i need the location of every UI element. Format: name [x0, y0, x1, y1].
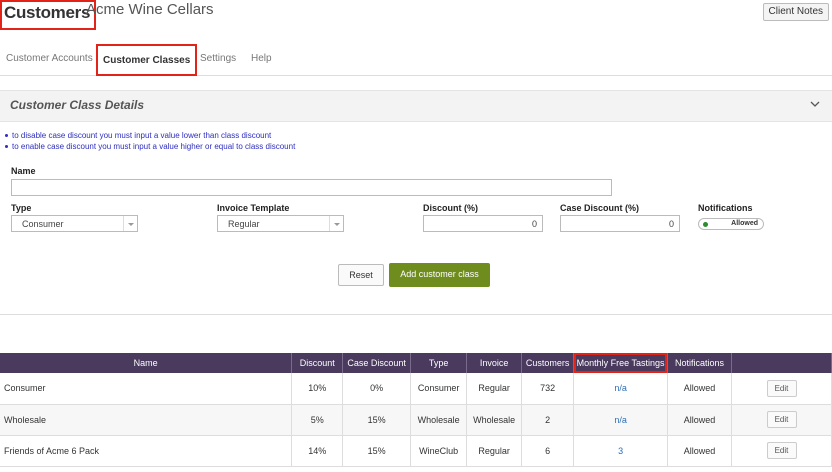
reset-button[interactable]: Reset	[338, 264, 384, 286]
customer-classes-table: Name Discount Case Discount Type Invoice…	[0, 353, 832, 467]
type-label: Type	[11, 203, 32, 213]
edit-button[interactable]: Edit	[766, 379, 797, 397]
case-discount-label: Case Discount (%)	[560, 203, 640, 213]
note-item: to enable case discount you must input a…	[5, 141, 295, 152]
bullet-icon	[5, 134, 8, 138]
cell-discount: 14%	[291, 435, 344, 467]
column-header-case-discount[interactable]: Case Discount	[342, 353, 412, 373]
cell-notifications: Allowed	[667, 404, 733, 436]
dropdown-caret-icon	[329, 216, 343, 231]
invoice-template-select[interactable]: Regular	[217, 215, 344, 232]
invoice-template-label: Invoice Template	[217, 203, 290, 213]
divider	[0, 314, 832, 315]
cell-name: Friends of Acme 6 Pack	[0, 435, 293, 467]
cell-invoice: Regular	[466, 373, 523, 405]
cell-monthly-tastings-link[interactable]: n/a	[573, 373, 669, 405]
edit-button[interactable]: Edit	[766, 442, 797, 459]
cell-notifications: Allowed	[667, 373, 733, 405]
name-label: Name	[11, 166, 36, 176]
dropdown-caret-icon	[123, 216, 137, 231]
cell-invoice: Wholesale	[466, 404, 523, 436]
case-discount-input[interactable]: 0	[560, 215, 680, 232]
column-header-name[interactable]: Name	[0, 353, 293, 373]
cell-customers: 732	[521, 373, 575, 405]
cell-discount: 5%	[291, 404, 344, 436]
toggle-knob-icon	[703, 222, 708, 227]
cell-actions: Edit	[731, 404, 832, 436]
section-header[interactable]: Customer Class Details	[0, 90, 832, 122]
cell-notifications: Allowed	[667, 435, 733, 467]
name-input[interactable]	[11, 179, 612, 196]
tab-settings[interactable]: Settings	[200, 44, 236, 76]
type-select[interactable]: Consumer	[11, 215, 138, 232]
tab-bar: Customer Accounts Customer Classes Setti…	[0, 44, 832, 76]
notifications-toggle[interactable]: Allowed	[698, 218, 764, 230]
chevron-down-icon[interactable]	[810, 99, 820, 109]
cell-type: Consumer	[410, 373, 468, 405]
table-row: Wholesale 5% 15% Wholesale Wholesale 2 n…	[0, 404, 832, 436]
table-header-row: Name Discount Case Discount Type Invoice…	[0, 353, 832, 373]
column-header-customers[interactable]: Customers	[521, 353, 575, 373]
cell-discount: 10%	[291, 373, 344, 405]
cell-case-discount: 15%	[342, 435, 412, 467]
table-row: Friends of Acme 6 Pack 14% 15% WineClub …	[0, 435, 832, 467]
top-bar: Customers Acme Wine Cellars Client Notes	[0, 0, 832, 30]
discount-label: Discount (%)	[423, 203, 478, 213]
client-notes-button[interactable]: Client Notes	[762, 3, 829, 21]
table-row: Consumer 10% 0% Consumer Regular 732 n/a…	[0, 373, 832, 405]
section-title: Customer Class Details	[10, 98, 145, 112]
cell-actions: Edit	[731, 435, 832, 467]
tab-customer-classes[interactable]: Customer Classes	[96, 44, 198, 76]
cell-monthly-tastings-link[interactable]: 3	[573, 435, 669, 467]
column-header-invoice[interactable]: Invoice	[466, 353, 523, 373]
cell-monthly-tastings-link[interactable]: n/a	[573, 404, 669, 436]
tab-customer-accounts[interactable]: Customer Accounts	[6, 44, 93, 76]
cell-customers: 6	[521, 435, 575, 467]
cell-actions: Edit	[731, 373, 832, 405]
column-header-type[interactable]: Type	[410, 353, 468, 373]
cell-case-discount: 15%	[342, 404, 412, 436]
column-header-actions	[731, 353, 832, 373]
column-header-notifications[interactable]: Notifications	[667, 353, 733, 373]
edit-button[interactable]: Edit	[766, 411, 797, 428]
note-item: to disable case discount you must input …	[5, 130, 295, 141]
add-customer-class-button[interactable]: Add customer class	[389, 263, 490, 287]
company-name: Acme Wine Cellars	[86, 1, 214, 18]
cell-type: Wholesale	[410, 404, 468, 436]
cell-case-discount: 0%	[342, 373, 412, 405]
page-title: Customers	[0, 0, 97, 30]
cell-name: Wholesale	[0, 404, 293, 436]
cell-name: Consumer	[0, 373, 293, 405]
cell-customers: 2	[521, 404, 575, 436]
bullet-icon	[5, 145, 8, 149]
discount-input[interactable]: 0	[423, 215, 543, 232]
cell-type: WineClub	[410, 435, 468, 467]
notifications-label: Notifications	[698, 203, 753, 213]
cell-invoice: Regular	[466, 435, 523, 467]
tab-help[interactable]: Help	[251, 44, 272, 76]
discount-notes: to disable case discount you must input …	[5, 130, 295, 152]
column-header-discount[interactable]: Discount	[291, 353, 344, 373]
column-header-monthly-free-tastings[interactable]: Monthly Free Tastings	[573, 353, 669, 373]
